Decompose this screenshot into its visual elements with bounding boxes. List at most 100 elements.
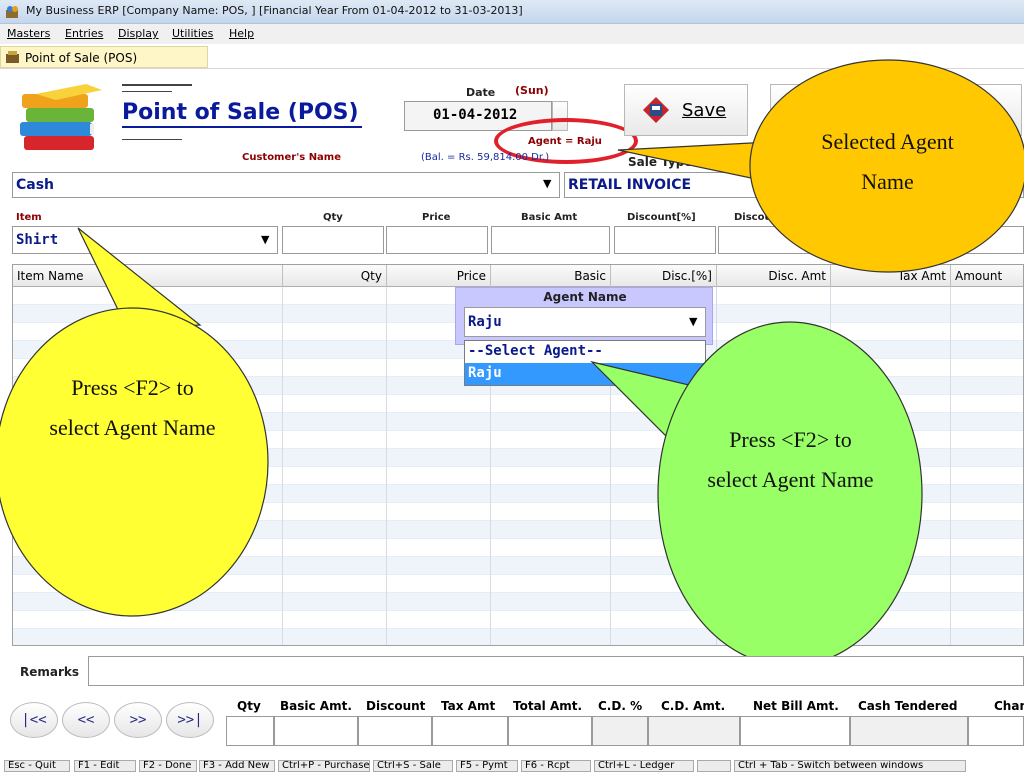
- item-dropdown-icon[interactable]: ▼: [261, 233, 269, 246]
- table-row[interactable]: [13, 575, 1023, 593]
- previous-record-button[interactable]: <<: [62, 702, 110, 738]
- discount-pct-input[interactable]: [614, 226, 716, 254]
- table-row[interactable]: [13, 629, 1023, 645]
- menu-entries[interactable]: Entries: [65, 27, 103, 40]
- grid-header: Item Name Qty Price Basic Disc.[%] Disc.…: [13, 265, 1023, 287]
- table-row[interactable]: [13, 611, 1023, 629]
- cash-tendered-label: Cash Tendered: [858, 699, 958, 713]
- agent-dropdown-list: --Select Agent-- Raju: [464, 340, 706, 386]
- window-title: My Business ERP [Company Name: POS, ] [F…: [26, 4, 523, 17]
- print-label: Print: [815, 100, 857, 121]
- table-row[interactable]: [13, 503, 1023, 521]
- cd-amt-field[interactable]: [648, 716, 740, 746]
- status-esc: Esc - Quit: [4, 760, 70, 772]
- qty-label: Qty: [323, 212, 343, 223]
- page-title: Point of Sale (POS): [122, 100, 359, 125]
- left-callout-text: Press <F2> to select Agent Name: [49, 375, 216, 440]
- cd-pct-label: C.D. %: [598, 699, 643, 713]
- grid-col-item-name[interactable]: Item Name: [13, 265, 283, 287]
- top-callout-text: Selected Agent Name: [821, 129, 954, 194]
- grid-col-divider: [950, 287, 951, 645]
- next-record-button[interactable]: >>: [114, 702, 162, 738]
- grid-col-amount[interactable]: Amount: [951, 265, 1023, 287]
- menu-masters[interactable]: Masters: [7, 27, 50, 40]
- total-qty-field: [226, 716, 274, 746]
- total-discount-label: Discount: [366, 699, 426, 713]
- basic-amt-label: Basic Amt: [521, 212, 578, 223]
- change-label: Change: [994, 699, 1024, 713]
- customer-combobox[interactable]: Cash ▼: [12, 172, 560, 198]
- qty-input[interactable]: [282, 226, 384, 254]
- status-f6: F6 - Rcpt: [521, 760, 591, 772]
- grid-col-basic[interactable]: Basic: [491, 265, 611, 287]
- status-f2: F2 - Done: [139, 760, 197, 772]
- discount-amt-input[interactable]: [718, 226, 1024, 254]
- save-label: Save: [682, 100, 727, 121]
- pos-icon: [6, 51, 19, 63]
- item-combobox[interactable]: Shirt ▼: [12, 226, 278, 254]
- price-label: Price: [422, 212, 451, 223]
- discount-pct-label: Discount[%]: [627, 212, 696, 223]
- agent-name-title: Agent Name: [543, 290, 627, 304]
- change-field: [968, 716, 1024, 746]
- status-f5: F5 - Pymt: [456, 760, 518, 772]
- first-record-button[interactable]: |<<: [10, 702, 58, 738]
- menu-help[interactable]: Help: [229, 27, 254, 40]
- grid-col-qty[interactable]: Qty: [283, 265, 387, 287]
- grid-col-price[interactable]: Price: [387, 265, 491, 287]
- date-label: Date: [466, 86, 496, 99]
- app-icon: [6, 6, 18, 18]
- menu-display[interactable]: Display: [118, 27, 159, 40]
- total-qty-label: Qty: [237, 699, 261, 713]
- item-label: Item: [16, 212, 42, 223]
- total-amount-label: Total Amt.: [513, 699, 583, 713]
- menu-utilities[interactable]: Utilities: [172, 27, 213, 40]
- status-f3: F3 - Add New: [199, 760, 275, 772]
- last-record-button[interactable]: >>|: [166, 702, 214, 738]
- document-tab-label: Point of Sale (POS): [25, 51, 138, 65]
- agent-select[interactable]: Raju ▼: [464, 307, 706, 337]
- balance-text: (Bal. = Rs. 59,814.00 Dr.): [421, 152, 550, 163]
- customer-dropdown-icon[interactable]: ▼: [543, 177, 551, 190]
- total-tax-field: [432, 716, 508, 746]
- total-basic-label: Basic Amt.: [280, 699, 352, 713]
- agent-option[interactable]: --Select Agent--: [465, 341, 705, 363]
- sale-type-label: Sale Type: [628, 155, 693, 169]
- agent-option-selected[interactable]: Raju: [465, 363, 705, 385]
- day-label: (Sun): [515, 84, 549, 97]
- print-icon: [783, 97, 805, 123]
- net-bill-label: Net Bill Amt.: [753, 699, 839, 713]
- table-row[interactable]: [13, 521, 1023, 539]
- date-value: 01-04-2012: [433, 107, 518, 123]
- title-rule-bottom: [122, 139, 182, 140]
- price-input[interactable]: [386, 226, 488, 254]
- menu-bar: Masters Entries Display Utilities Help: [0, 24, 1024, 44]
- basic-amt-input[interactable]: [491, 226, 610, 254]
- agent-name-panel: Agent Name Raju ▼: [455, 287, 713, 345]
- document-tab[interactable]: Point of Sale (POS): [0, 46, 208, 68]
- net-bill-field: [740, 716, 850, 746]
- cash-tendered-field[interactable]: [850, 716, 968, 746]
- title-rule-top2: [122, 91, 172, 92]
- bottom-callout-text: Press <F2> to select Agent Name: [707, 427, 874, 492]
- cd-amt-label: C.D. Amt.: [661, 699, 726, 713]
- grid-col-disc-amt[interactable]: Disc. Amt: [717, 265, 831, 287]
- table-row[interactable]: [13, 593, 1023, 611]
- agent-select-value: Raju: [468, 314, 502, 330]
- agent-dropdown-icon[interactable]: ▼: [689, 315, 697, 328]
- window-titlebar: My Business ERP [Company Name: POS, ] [F…: [0, 0, 1024, 24]
- customer-value: Cash: [16, 177, 55, 193]
- save-button[interactable]: Save: [624, 84, 748, 136]
- remarks-input[interactable]: [88, 656, 1024, 686]
- remarks-label: Remarks: [20, 665, 80, 679]
- grid-col-disc-pct[interactable]: Disc.[%]: [611, 265, 717, 287]
- save-disk-icon: [643, 97, 669, 123]
- grid-col-tax-amt[interactable]: Tax Amt: [831, 265, 951, 287]
- item-value: Shirt: [16, 232, 59, 248]
- table-row[interactable]: [13, 539, 1023, 557]
- table-row[interactable]: [13, 557, 1023, 575]
- total-basic-field: [274, 716, 358, 746]
- sale-type-value: RETAIL INVOICE: [568, 177, 692, 193]
- status-blank: [697, 760, 731, 772]
- cd-pct-field[interactable]: [592, 716, 648, 746]
